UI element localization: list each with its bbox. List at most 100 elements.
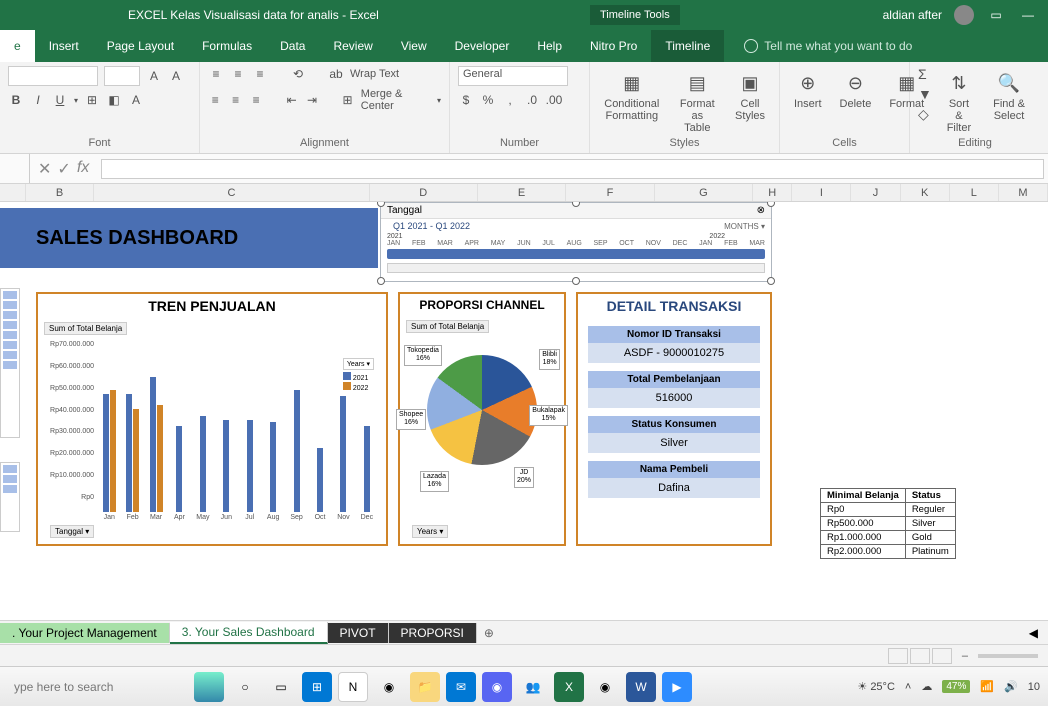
col-header[interactable]: I [792, 184, 851, 201]
task-icon-excel[interactable]: X [554, 672, 584, 702]
decrease-decimal-icon[interactable]: .00 [546, 92, 562, 108]
task-icon-zoom[interactable]: ▶ [662, 672, 692, 702]
page-layout-view-icon[interactable] [910, 648, 930, 664]
col-header[interactable]: J [851, 184, 900, 201]
new-sheet-button[interactable]: ⊕ [477, 626, 501, 640]
align-top-icon[interactable]: ≡ [208, 66, 224, 82]
col-header[interactable]: G [655, 184, 753, 201]
task-icon-notion[interactable]: N [338, 672, 368, 702]
user-avatar[interactable] [954, 5, 974, 25]
increase-font-icon[interactable]: A [146, 68, 162, 84]
col-header[interactable]: D [370, 184, 478, 201]
col-header[interactable]: E [478, 184, 566, 201]
align-bottom-icon[interactable]: ≡ [252, 66, 268, 82]
align-right-icon[interactable]: ≡ [249, 92, 263, 108]
user-name[interactable]: aldian after [883, 8, 942, 22]
increase-decimal-icon[interactable]: .0 [524, 92, 540, 108]
tray-wifi-icon[interactable]: 📶 [980, 680, 994, 693]
tab-help[interactable]: Help [523, 30, 576, 62]
conditional-formatting-button[interactable]: ▦ Conditional Formatting [598, 66, 666, 126]
timeline-slicer[interactable]: Tanggal ⊗ Q1 2021 - Q1 2022 MONTHS ▾ 202… [380, 202, 772, 282]
italic-icon[interactable]: I [30, 92, 46, 108]
fx-icon[interactable]: fx [77, 159, 89, 179]
percent-icon[interactable]: % [480, 92, 496, 108]
slicer-panel-1[interactable] [0, 288, 20, 438]
worksheet-area[interactable]: SALES DASHBOARD Tanggal ⊗ Q1 2021 - Q1 2… [0, 202, 1048, 620]
contextual-tab-label[interactable]: Timeline Tools [590, 5, 680, 25]
select-all-corner[interactable] [0, 184, 26, 201]
enter-formula-icon[interactable]: ✓ [57, 159, 70, 179]
col-header[interactable]: H [753, 184, 792, 201]
task-icon-mail[interactable]: ✉ [446, 672, 476, 702]
col-header[interactable]: K [901, 184, 950, 201]
slicer-panel-2[interactable] [0, 462, 20, 532]
tab-review[interactable]: Review [319, 30, 386, 62]
task-icon-taskview[interactable]: ▭ [266, 672, 296, 702]
border-icon[interactable]: ⊞ [84, 92, 100, 108]
format-as-table-button[interactable]: ▤ Format as Table [672, 66, 723, 138]
align-center-icon[interactable]: ≡ [228, 92, 242, 108]
col-header[interactable]: C [94, 184, 369, 201]
timeline-clear-icon[interactable]: ⊗ [757, 205, 765, 216]
task-icon-teams[interactable]: 👥 [518, 672, 548, 702]
cell-styles-button[interactable]: ▣ Cell Styles [729, 66, 771, 126]
underline-caret-icon[interactable]: ▾ [74, 96, 78, 105]
col-header[interactable]: B [26, 184, 95, 201]
task-icon-edge[interactable]: ◉ [590, 672, 620, 702]
bar-legend[interactable]: Years ▾ 2021 2022 [339, 354, 378, 396]
timeline-scrollbar[interactable] [387, 263, 765, 273]
increase-indent-icon[interactable]: ⇥ [305, 92, 319, 108]
bar-chart-panel[interactable]: TREN PENJUALAN Sum of Total Belanja Rp70… [36, 292, 388, 546]
merge-center-label[interactable]: Merge & Center [361, 88, 431, 112]
task-icon-cortana[interactable]: ○ [230, 672, 260, 702]
tab-nitro[interactable]: Nitro Pro [576, 30, 651, 62]
sheet-tab-pivot[interactable]: PIVOT [328, 623, 389, 643]
tab-formulas[interactable]: Formulas [188, 30, 266, 62]
merge-caret-icon[interactable]: ▾ [437, 96, 441, 105]
minimize-icon[interactable]: — [1018, 5, 1038, 25]
selection-handle[interactable] [767, 277, 775, 285]
clear-icon[interactable]: ◇ [918, 106, 932, 123]
cancel-formula-icon[interactable]: ✕ [38, 159, 51, 179]
currency-icon[interactable]: $ [458, 92, 474, 108]
tab-page-layout[interactable]: Page Layout [93, 30, 188, 62]
task-icon-chrome[interactable]: ◉ [374, 672, 404, 702]
sheet-tab-dashboard[interactable]: 3. Your Sales Dashboard [170, 622, 328, 644]
formula-input[interactable] [101, 159, 1044, 179]
autosum-icon[interactable]: Σ [918, 66, 932, 82]
pie-years-filter[interactable]: Years ▾ [412, 525, 448, 538]
name-box[interactable] [0, 154, 30, 183]
sheet-tab-proporsi[interactable]: PROPORSI [389, 623, 477, 643]
decrease-font-icon[interactable]: A [168, 68, 184, 84]
sort-filter-button[interactable]: ⇅ Sort & Filter [938, 66, 980, 138]
timeline-period-select[interactable]: MONTHS ▾ [724, 222, 765, 231]
decrease-indent-icon[interactable]: ⇤ [284, 92, 298, 108]
bold-icon[interactable]: B [8, 92, 24, 108]
tab-insert[interactable]: Insert [35, 30, 93, 62]
font-size-select[interactable] [104, 66, 140, 86]
find-select-button[interactable]: 🔍 Find & Select [986, 66, 1032, 126]
task-icon-store[interactable]: ⊞ [302, 672, 332, 702]
weather-temp[interactable]: ☀ 25°C [857, 680, 895, 693]
fill-icon[interactable]: ▼ [918, 86, 932, 102]
taskbar-search[interactable]: ype here to search [8, 674, 188, 700]
selection-handle[interactable] [377, 277, 385, 285]
number-format-select[interactable]: General [458, 66, 568, 86]
sheet-tab-project[interactable]: . Your Project Management [0, 623, 170, 643]
page-break-view-icon[interactable] [932, 648, 952, 664]
normal-view-icon[interactable] [888, 648, 908, 664]
pie-chart-panel[interactable]: PROPORSI CHANNEL Sum of Total Belanja To… [398, 292, 566, 546]
wrap-text-label[interactable]: Wrap Text [350, 68, 399, 80]
tray-cloud-icon[interactable]: ☁ [921, 680, 932, 693]
task-icon-explorer[interactable]: 📁 [410, 672, 440, 702]
tab-home[interactable]: e [0, 30, 35, 62]
ribbon-options-icon[interactable]: ▭ [986, 5, 1006, 25]
tab-developer[interactable]: Developer [441, 30, 524, 62]
battery-status[interactable]: 47% [942, 680, 970, 693]
align-left-icon[interactable]: ≡ [208, 92, 222, 108]
insert-cells-button[interactable]: ⊕ Insert [788, 66, 828, 114]
tab-timeline[interactable]: Timeline [651, 30, 724, 62]
tray-chevron-icon[interactable]: ˄ [905, 681, 911, 693]
merge-icon[interactable]: ⊞ [340, 92, 354, 108]
zoom-out-icon[interactable]: – [962, 650, 968, 662]
